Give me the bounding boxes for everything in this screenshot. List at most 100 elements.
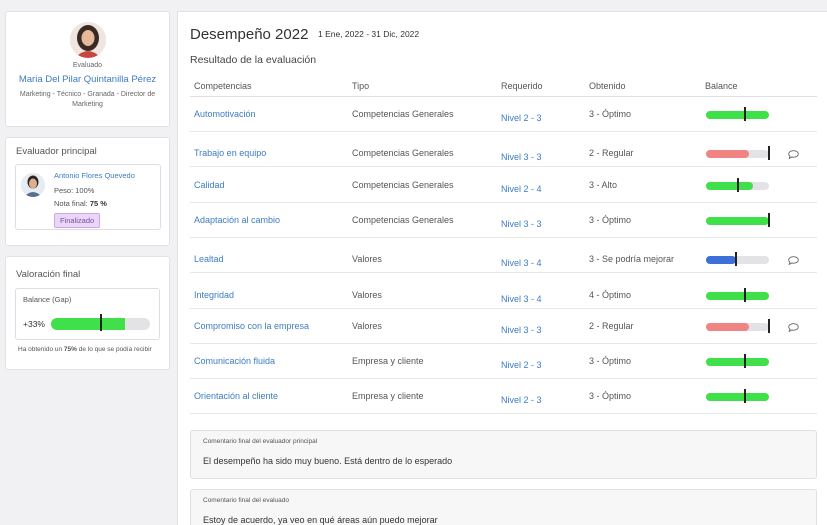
nota-value: 75 % <box>89 199 107 208</box>
obtenido-cell: 3 - Óptimo <box>589 215 632 225</box>
tipo-cell: Valores <box>352 290 382 300</box>
balance-fill <box>706 217 769 225</box>
status-badge: Finalizado <box>54 213 101 228</box>
tipo-cell: Competencias Generales <box>352 180 454 190</box>
balance-bar <box>706 213 770 227</box>
balance-fill <box>706 358 769 366</box>
balance-marker <box>768 319 770 333</box>
main-panel: Desempeño 2022 1 Ene, 2022 - 31 Dic, 202… <box>177 11 827 525</box>
requerido-link[interactable]: Nivel 2 - 3 <box>501 395 542 405</box>
comment-evaluador-text: El desempeño ha sido muy bueno. Está den… <box>203 456 453 466</box>
gap-note-post: de lo que se podía recibir <box>76 346 152 353</box>
requerido-link[interactable]: Nivel 2 - 3 <box>501 360 542 370</box>
balance-bar <box>706 146 770 160</box>
requerido-link[interactable]: Nivel 3 - 3 <box>501 152 542 162</box>
balance-marker <box>768 213 770 227</box>
competencia-link[interactable]: Automotivación <box>194 109 256 119</box>
balance-marker <box>744 389 747 403</box>
balance-fill <box>706 393 769 401</box>
obtenido-cell: 4 - Óptimo <box>589 290 632 300</box>
requerido-link[interactable]: Nivel 2 - 3 <box>501 113 542 123</box>
balance-fill <box>706 292 769 300</box>
obtenido-cell: 3 - Óptimo <box>589 109 632 119</box>
tipo-cell: Empresa y cliente <box>352 391 424 401</box>
balance-marker <box>744 288 747 302</box>
valoracion-card: Valoración final Balance (Gap) +33% Ha o… <box>5 256 170 370</box>
tipo-cell: Competencias Generales <box>352 215 454 225</box>
obtenido-cell: 2 - Regular <box>589 321 634 331</box>
tipo-cell: Valores <box>352 254 382 264</box>
evaluador-name-link[interactable]: Antonio Flores Quevedo <box>54 171 135 180</box>
valoracion-title: Valoración final <box>16 269 81 280</box>
table-row: Orientación al cliente Empresa y cliente N… <box>190 379 817 414</box>
balance-fill <box>706 323 749 331</box>
gap-note: Ha obtenido un 75% de lo que se podía re… <box>18 346 169 353</box>
competencia-link[interactable]: Adaptación al cambio <box>194 215 280 225</box>
balance-bar <box>706 107 769 121</box>
competencia-link[interactable]: Orientación al cliente <box>194 391 278 401</box>
balance-marker <box>744 354 747 368</box>
table-row: Lealtad Valores Nivel 3 - 4 3 - Se podría m… <box>190 238 817 273</box>
competencia-link[interactable]: Compromiso con la empresa <box>194 321 309 331</box>
gap-value: +33% <box>23 319 45 329</box>
competencia-link[interactable]: Trabajo en equipo <box>194 148 266 158</box>
comment-evaluador-box: Comentario final del evaluador principal… <box>190 430 817 479</box>
comment-evaluado-box: Comentario final del evaluado Estoy de a… <box>190 489 817 525</box>
nota-label: Nota final: <box>54 199 88 208</box>
evaluador-nota: Nota final: 75 % <box>54 199 107 208</box>
comment-evaluador-label: Comentario final del evaluador principal <box>203 438 318 445</box>
gap-progress-bar <box>51 314 150 331</box>
balance-marker <box>744 107 747 121</box>
balance-marker <box>768 146 770 160</box>
evaluador-peso: Peso: 100% <box>54 186 95 195</box>
gap-note-bold: 75% <box>63 346 77 353</box>
tipo-cell: Competencias Generales <box>352 109 454 119</box>
date-range: 1 Ene, 2022 - 31 Dic, 2022 <box>318 29 420 39</box>
table-row: Compromiso con la empresa Valores Nivel 3 … <box>190 309 817 344</box>
requerido-link[interactable]: Nivel 3 - 3 <box>501 219 542 229</box>
competencia-link[interactable]: Comunicación fluida <box>194 356 275 366</box>
obtenido-cell: 2 - Regular <box>589 148 634 158</box>
gap-progress-fill <box>51 318 126 330</box>
balance-bar <box>706 178 769 192</box>
evaluado-avatar <box>69 22 106 58</box>
header-balance: Balance <box>705 81 738 91</box>
competencia-link[interactable]: Lealtad <box>194 254 224 264</box>
obtenido-cell: 3 - Óptimo <box>589 391 632 401</box>
requerido-link[interactable]: Nivel 3 - 3 <box>501 325 542 335</box>
balance-marker <box>734 252 737 266</box>
requerido-link[interactable]: Nivel 3 - 4 <box>501 258 542 268</box>
evaluado-label: Evaluado <box>72 62 103 69</box>
balance-fill <box>706 150 749 158</box>
evaluador-title: Evaluador principal <box>16 146 97 157</box>
evaluador-card: Evaluador principal Antonio Flores Queve… <box>5 137 170 246</box>
requerido-link[interactable]: Nivel 3 - 4 <box>501 294 542 304</box>
table-row: Integridad Valores Nivel 3 - 4 4 - Óptimo <box>190 274 817 309</box>
balance-bar <box>706 252 769 266</box>
balance-fill <box>706 111 769 119</box>
comment-icon[interactable] <box>788 256 799 265</box>
comment-icon[interactable] <box>788 323 799 332</box>
evaluado-name-link[interactable]: Maria Del Pilar Quintanilla Pérez <box>6 74 169 85</box>
comment-evaluado-label: Comentario final del evaluado <box>203 497 289 504</box>
gap-target-marker <box>99 314 102 331</box>
section-subtitle: Resultado de la evaluación <box>190 54 317 66</box>
tipo-cell: Valores <box>352 321 382 331</box>
gap-note-pre: Ha obtenido un <box>18 346 64 353</box>
header-tipo: Tipo <box>352 81 370 91</box>
balance-fill <box>706 256 736 264</box>
table-row: Comunicación fluida Empresa y cliente Nive… <box>190 344 817 379</box>
balance-bar <box>706 354 769 368</box>
page-title: Desempeño 2022 <box>190 26 309 43</box>
gap-box: Balance (Gap) +33% <box>15 288 160 340</box>
competencia-link[interactable]: Calidad <box>194 180 225 190</box>
requerido-link[interactable]: Nivel 2 - 4 <box>501 184 542 194</box>
evaluado-card: Evaluado Maria Del Pilar Quintanilla Pér… <box>5 11 170 127</box>
table-row: Adaptación al cambio Competencias General… <box>190 203 817 238</box>
obtenido-cell: 3 - Se podría mejorar <box>589 254 675 264</box>
comment-icon[interactable] <box>788 150 799 159</box>
obtenido-cell: 3 - Alto <box>589 180 618 190</box>
balance-bar <box>706 389 769 403</box>
competencia-link[interactable]: Integridad <box>194 290 234 300</box>
evaluador-avatar <box>21 173 45 197</box>
